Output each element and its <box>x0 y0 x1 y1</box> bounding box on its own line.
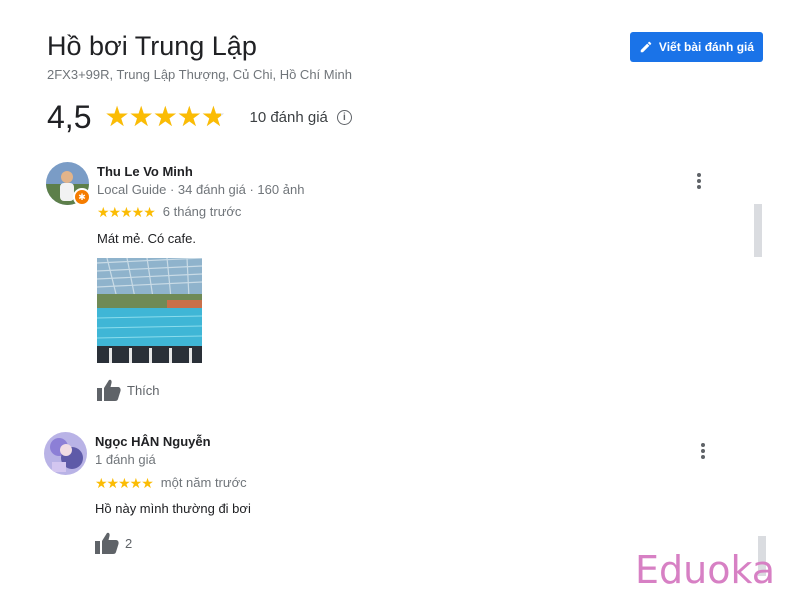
rating-stars: ★★★★★ ★★★★★ <box>104 101 226 132</box>
review-count[interactable]: 10 đánh giá <box>249 109 327 126</box>
star-icons: ★★★★★ <box>95 474 154 491</box>
reviewer-meta: 1 đánh giá <box>95 452 156 467</box>
review-text: Hồ này mình thường đi bơi <box>95 501 251 516</box>
review-text: Mát mẻ. Có cafe. <box>97 231 196 246</box>
reviewer-name[interactable]: Ngọc HÂN Nguyễn <box>95 434 211 449</box>
pencil-icon <box>640 41 652 53</box>
like-label: Thích <box>127 382 160 398</box>
more-options-icon[interactable] <box>697 173 701 191</box>
thumb-up-icon <box>97 379 121 401</box>
place-title: Hồ bơi Trung Lập <box>47 31 257 61</box>
more-options-icon[interactable] <box>701 443 705 461</box>
write-review-label: Viết bài đánh giá <box>658 40 755 54</box>
write-review-button[interactable]: Viết bài đánh giá <box>630 32 763 62</box>
like-count: 2 <box>125 535 133 551</box>
reviewer-name[interactable]: Thu Le Vo Minh <box>97 164 193 179</box>
scrollbar-thumb[interactable] <box>754 204 762 257</box>
review-photo[interactable] <box>97 258 202 363</box>
avatar[interactable] <box>44 432 87 475</box>
rating-summary: 4,5 ★★★★★ ★★★★★ 10 đánh giá i <box>47 97 352 137</box>
info-icon[interactable]: i <box>336 109 352 125</box>
review-time: 6 tháng trước <box>162 204 242 219</box>
watermark-logo: Eduoka <box>635 548 775 592</box>
watermark-text: Eduoka <box>635 548 776 592</box>
reviewer-meta: Local Guide · 34 đánh giá · 160 ảnh <box>97 182 305 197</box>
local-guide-badge-icon: ✱ <box>73 188 91 206</box>
review-rating: ★★★★★ một năm trước <box>95 475 247 490</box>
thumb-up-icon <box>95 532 119 554</box>
rating-value: 4,5 <box>47 98 92 135</box>
place-address: 2FX3+99R, Trung Lập Thượng, Củ Chi, Hồ C… <box>47 67 352 82</box>
star-icons: ★★★★★ <box>97 203 156 220</box>
like-button[interactable]: Thích <box>97 379 160 401</box>
like-button[interactable]: 2 <box>95 532 132 554</box>
review-rating: ★★★★★ 6 tháng trước <box>97 204 241 219</box>
review-time: một năm trước <box>160 475 247 490</box>
